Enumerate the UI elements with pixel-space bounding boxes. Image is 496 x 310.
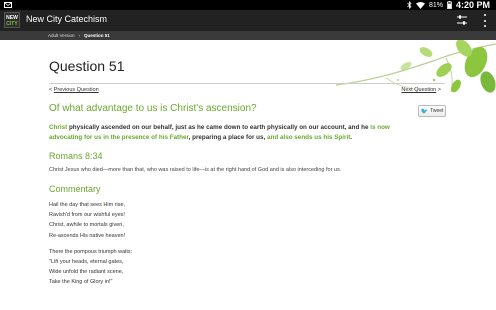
- poem-line: "Lift your heads, eternal gates,: [49, 259, 124, 266]
- verse-reference: Romans 8:34: [49, 151, 103, 161]
- answer-segment: .: [350, 134, 353, 141]
- poem-line: Take the King of Glory in!": [49, 279, 113, 286]
- poem-line: Christ, awhile to mortals given,: [49, 222, 124, 229]
- clock: 4:20 PM: [455, 0, 490, 10]
- breadcrumb-item-version[interactable]: Adult Version: [48, 33, 75, 38]
- tweet-label: Tweet: [430, 108, 444, 114]
- question-title: Question 51: [49, 58, 125, 74]
- answer-highlight: and also sends us his Spirit: [267, 134, 351, 141]
- bluetooth-icon: [407, 1, 412, 9]
- answer-highlight: Christ: [49, 124, 68, 131]
- breadcrumb-item-current: Question 51: [84, 33, 110, 38]
- app-title: New City Catechism: [26, 14, 108, 24]
- previous-question-link[interactable]: < Previous Question: [49, 87, 99, 93]
- previous-question-label: Previous Question: [53, 87, 99, 93]
- next-question-link[interactable]: Next Question >: [401, 87, 441, 93]
- commentary-heading: Commentary: [49, 184, 101, 194]
- verse-text: Christ Jesus who died—more than that, wh…: [49, 167, 342, 173]
- twitter-bird-icon: 🐦: [420, 108, 429, 115]
- breadcrumb-separator-icon: ›: [78, 33, 81, 38]
- status-bar: 81% 4:20 PM: [0, 0, 496, 10]
- title-divider: [49, 83, 445, 84]
- wifi-icon: [415, 1, 425, 9]
- overflow-menu-icon[interactable]: [482, 14, 488, 27]
- poem-line: Hail the day that sees Him rise,: [49, 202, 126, 208]
- answer-segment: physically ascended on our behalf, just …: [67, 124, 371, 131]
- commentary-poem: Hail the day that sees Him rise, Ravish'…: [49, 200, 132, 288]
- breadcrumb: Adult Version › Question 51: [0, 31, 496, 40]
- answer-text: Christ physically ascended on our behalf…: [49, 123, 404, 143]
- battery-percent: 81%: [428, 1, 443, 9]
- answer-segment: , preparing a place for us,: [188, 134, 268, 141]
- app-logo[interactable]: NEW CITY: [4, 12, 20, 28]
- battery-icon: [447, 1, 452, 9]
- question-text: Of what advantage to us is Christ's asce…: [49, 103, 257, 114]
- poem-line: Wide unfold the radiant scene,: [49, 269, 124, 276]
- poem-line: There the pompous triumph waits:: [49, 248, 133, 255]
- poem-line: Re-ascends His native heaven!: [49, 232, 126, 239]
- poem-line: Ravish'd from our wishful eyes!: [49, 212, 125, 219]
- app-bar: NEW CITY New City Catechism: [0, 10, 496, 31]
- settings-sliders-icon[interactable]: [456, 14, 468, 26]
- mail-icon: [4, 2, 12, 8]
- logo-text-city: CITY: [6, 21, 18, 27]
- next-question-label: Next Question: [401, 87, 437, 93]
- tweet-button[interactable]: 🐦 Tweet: [418, 105, 446, 117]
